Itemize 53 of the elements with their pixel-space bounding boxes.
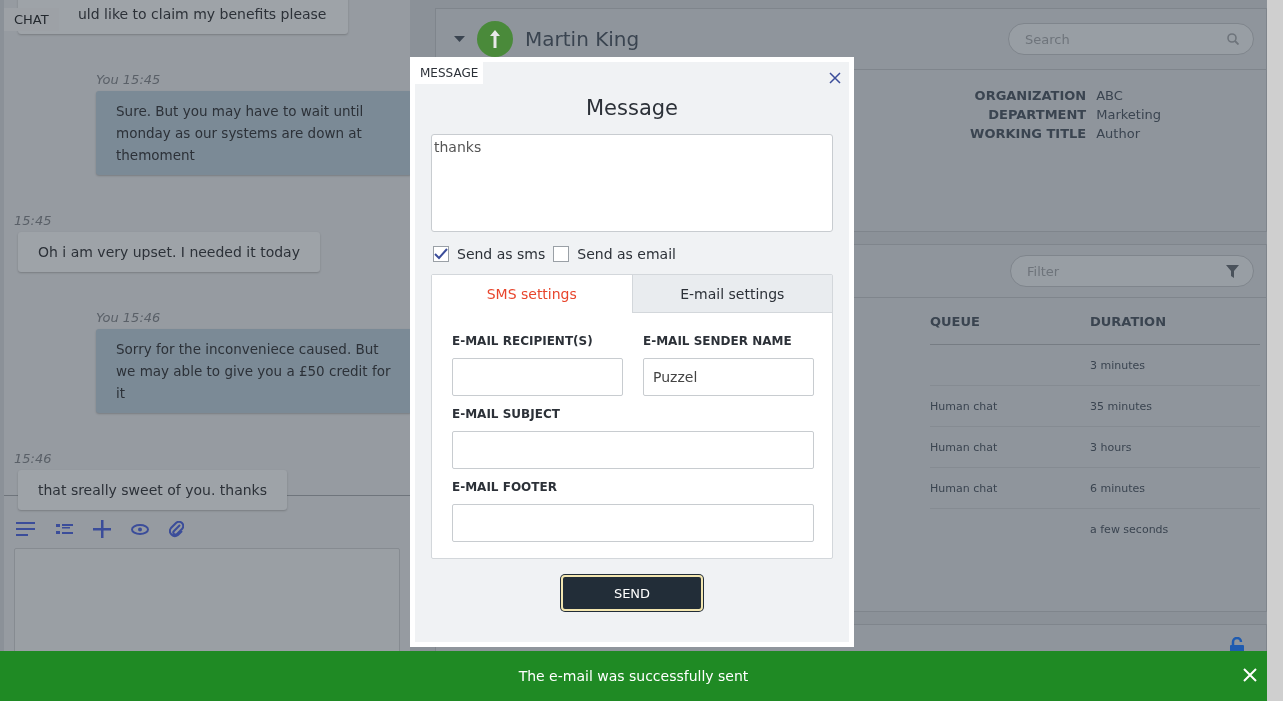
checkbox[interactable] [433,246,449,262]
paperclip-icon[interactable] [169,520,184,538]
column-header: QUEUE [930,298,1090,345]
agent-message-bubble: Sure. But you may have to wait until monday as our systems are down at themoment [96,91,412,175]
detail-value: Author [1096,126,1141,141]
message-time: You 15:46 [96,310,162,325]
filter-icon[interactable] [1226,264,1239,278]
table-cell: 3 hours [1090,440,1132,454]
field-label: E-MAIL RECIPIENT(S) [452,334,594,348]
input-field[interactable]: Puzzel [643,358,814,396]
plus-icon[interactable] [93,520,111,538]
dialog-title: Message [584,96,679,120]
settings-tab[interactable]: E-mail settings [631,275,832,313]
message-field[interactable]: thanks [431,134,833,232]
field-label: E-MAIL SENDER NAME [643,334,793,348]
dialog-label: MESSAGE [415,62,484,84]
detail-value: Marketing [1096,107,1161,122]
caret-icon[interactable] [454,36,465,42]
column-header: DURATION [1090,298,1260,345]
input-field[interactable] [452,358,623,396]
detail-label: DEPARTMENT [987,107,1087,122]
text-align-icon[interactable] [16,522,36,536]
notification-text: The e-mail was successfully sent [518,668,749,684]
agent-message-bubble: Sorry for the inconveniece caused. But we may able to give you a £50 credit for it [96,329,412,413]
customer-message-bubble: Oh i am very upset. I needed it today [18,232,320,272]
input-field[interactable] [452,504,814,542]
customer-message-bubble: that sreally sweet of you. thanks [18,470,288,510]
detail-label: WORKING TITLE [970,126,1087,141]
list-icon[interactable] [56,523,73,535]
send-button[interactable]: SEND [561,575,703,611]
scrollbar[interactable] [1267,0,1283,701]
table-cell: 3 minutes [1090,358,1146,372]
checkbox-label: Send as sms [457,246,546,262]
table-cell: Human chat [930,399,998,413]
search-icon[interactable] [1227,33,1239,45]
checkbox[interactable] [553,246,570,262]
table-cell: 6 minutes [1090,481,1146,495]
checkbox-label: Send as email [577,246,676,262]
message-time: You 15:45 [96,72,162,87]
input-field[interactable] [452,431,814,469]
avatar-icon [477,21,513,57]
detail-label: ORGANIZATION [973,88,1087,103]
table-cell: a few seconds [1090,522,1169,536]
table-cell: Human chat [930,440,998,454]
message-time: 15:46 [14,451,53,466]
contact-name: Martin King [525,27,640,51]
table-cell: Human chat [930,481,998,495]
table-cell: 35 minutes [1090,399,1153,413]
field-label: E-MAIL FOOTER [452,480,558,494]
eye-icon[interactable] [131,523,149,535]
message-time: 15:45 [14,213,53,228]
field-label: E-MAIL SUBJECT [452,407,561,421]
detail-value: ABC [1096,88,1124,103]
